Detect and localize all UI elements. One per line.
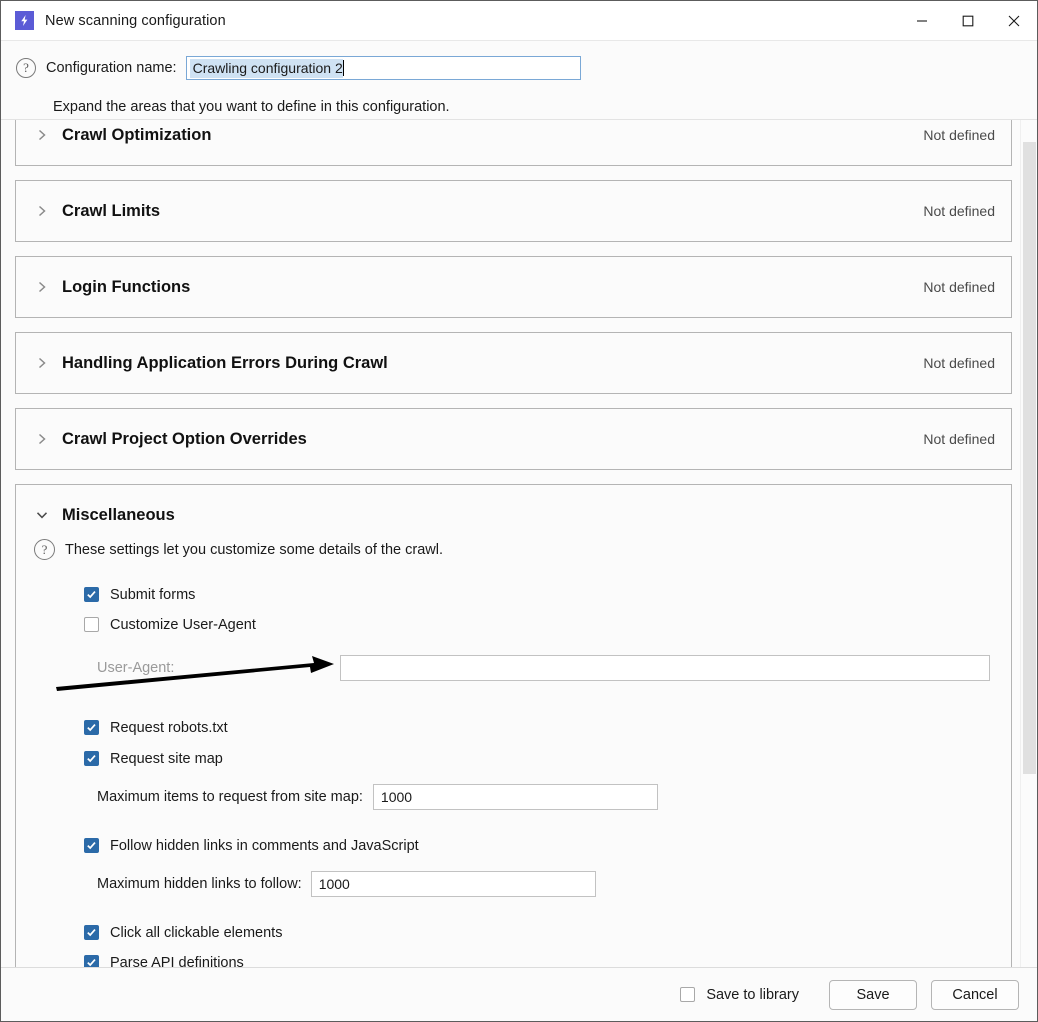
checkbox-box <box>680 987 696 1002</box>
lightning-bolt-icon <box>15 11 34 30</box>
miscellaneous-description-row: ? These settings let you customize some … <box>34 539 995 560</box>
chevron-right-icon <box>34 127 50 143</box>
sections-list: Crawl Optimization Not defined Crawl Lim… <box>1 120 1016 967</box>
configuration-name-label: Configuration name: <box>46 60 177 76</box>
chevron-right-icon <box>34 279 50 295</box>
section-title: Handling Application Errors During Crawl <box>62 353 388 372</box>
section-title: Crawl Limits <box>62 201 161 220</box>
checkbox-box <box>84 751 99 766</box>
user-agent-label: User-Agent: <box>97 660 175 676</box>
text-caret <box>342 60 344 76</box>
section-header[interactable]: Handling Application Errors During Crawl… <box>16 333 1011 393</box>
checkbox-box <box>84 925 99 940</box>
section-status: Not defined <box>923 203 995 219</box>
section-header[interactable]: Miscellaneous <box>16 485 1011 545</box>
vertical-scrollbar[interactable] <box>1020 120 1037 967</box>
checkbox-save-to-library[interactable]: Save to library <box>680 987 799 1003</box>
checkbox-customize-user-agent[interactable]: Customize User-Agent <box>84 610 995 639</box>
max-sitemap-items-row: Maximum items to request from site map: … <box>84 784 995 810</box>
checkbox-box <box>84 587 99 602</box>
question-mark-icon: ? <box>16 58 36 78</box>
section-title: Miscellaneous <box>62 505 175 524</box>
section-header[interactable]: Crawl Optimization Not defined <box>16 120 1011 165</box>
checkbox-label: Request robots.txt <box>110 719 228 736</box>
configuration-name-input[interactable]: Crawling configuration 2 <box>185 56 581 80</box>
checkbox-label: Save to library <box>706 986 799 1003</box>
question-mark-icon: ? <box>34 539 55 560</box>
checkbox-label: Request site map <box>110 750 223 767</box>
configuration-name-value: Crawling configuration 2 <box>189 58 343 78</box>
checkbox-label: Customize User-Agent <box>110 616 256 633</box>
section-title: Login Functions <box>62 277 191 296</box>
section-status: Not defined <box>923 355 995 371</box>
section-handling-application-errors[interactable]: Handling Application Errors During Crawl… <box>15 332 1012 394</box>
configuration-name-row: ? Configuration name: Crawling configura… <box>1 41 1037 80</box>
scrollbar-thumb[interactable] <box>1023 142 1036 774</box>
miscellaneous-description: These settings let you customize some de… <box>65 541 443 558</box>
dialog-footer: Save to library Save Cancel <box>1 967 1037 1021</box>
checkbox-label: Follow hidden links in comments and Java… <box>110 837 419 854</box>
section-title: Crawl Optimization <box>62 125 212 144</box>
dialog-header: ? Configuration name: Crawling configura… <box>1 41 1037 119</box>
checkbox-request-site-map[interactable]: Request site map <box>84 744 995 773</box>
checkbox-submit-forms[interactable]: Submit forms <box>84 580 995 609</box>
sections-scroll-area: Crawl Optimization Not defined Crawl Lim… <box>1 119 1037 967</box>
chevron-down-icon <box>34 507 50 523</box>
expand-hint-text: Expand the areas that you want to define… <box>53 99 450 115</box>
miscellaneous-body: ? These settings let you customize some … <box>16 539 1011 967</box>
dialog-window: New scanning configuration ? Configurati… <box>0 0 1038 1022</box>
section-status: Not defined <box>923 127 995 143</box>
cancel-button[interactable]: Cancel <box>931 979 1019 1010</box>
section-status: Not defined <box>923 431 995 447</box>
title-bar: New scanning configuration <box>1 1 1037 41</box>
save-button[interactable]: Save <box>829 979 917 1010</box>
checkbox-box <box>84 838 99 853</box>
window-title: New scanning configuration <box>45 12 226 29</box>
checkbox-parse-api-definitions[interactable]: Parse API definitions <box>84 948 995 967</box>
max-hidden-links-input[interactable]: 1000 <box>310 871 596 897</box>
close-icon[interactable] <box>991 1 1037 41</box>
chevron-right-icon <box>34 431 50 447</box>
window-controls <box>899 1 1037 41</box>
miscellaneous-options: Submit forms Customize User-Agent User-A… <box>34 580 995 967</box>
checkbox-click-all-clickable-elements[interactable]: Click all clickable elements <box>84 918 995 947</box>
section-title: Crawl Project Option Overrides <box>62 429 307 448</box>
maximize-icon[interactable] <box>945 1 991 41</box>
checkbox-label: Click all clickable elements <box>110 924 283 941</box>
section-header[interactable]: Crawl Project Option Overrides Not defin… <box>16 409 1011 469</box>
checkbox-request-robots-txt[interactable]: Request robots.txt <box>84 713 995 742</box>
minimize-icon[interactable] <box>899 1 945 41</box>
max-hidden-links-label: Maximum hidden links to follow: <box>97 876 302 892</box>
section-header[interactable]: Crawl Limits Not defined <box>16 181 1011 241</box>
checkbox-label: Submit forms <box>110 586 196 603</box>
checkbox-box <box>84 720 99 735</box>
user-agent-input[interactable] <box>340 655 990 681</box>
chevron-right-icon <box>34 203 50 219</box>
section-crawl-project-option-overrides[interactable]: Crawl Project Option Overrides Not defin… <box>15 408 1012 470</box>
max-hidden-links-row: Maximum hidden links to follow: 1000 <box>84 871 995 897</box>
max-sitemap-items-input[interactable]: 1000 <box>372 784 658 810</box>
checkbox-label: Parse API definitions <box>110 954 244 968</box>
user-agent-row: User-Agent: <box>84 655 995 681</box>
section-crawl-optimization[interactable]: Crawl Optimization Not defined <box>15 120 1012 166</box>
max-sitemap-items-label: Maximum items to request from site map: <box>97 789 363 805</box>
section-status: Not defined <box>923 279 995 295</box>
section-miscellaneous[interactable]: Miscellaneous ? These settings let you c… <box>15 484 1012 967</box>
section-header[interactable]: Login Functions Not defined <box>16 257 1011 317</box>
section-crawl-limits[interactable]: Crawl Limits Not defined <box>15 180 1012 242</box>
checkbox-follow-hidden-links[interactable]: Follow hidden links in comments and Java… <box>84 831 995 860</box>
checkbox-box <box>84 617 99 632</box>
chevron-right-icon <box>34 355 50 371</box>
checkbox-box <box>84 955 99 967</box>
section-login-functions[interactable]: Login Functions Not defined <box>15 256 1012 318</box>
